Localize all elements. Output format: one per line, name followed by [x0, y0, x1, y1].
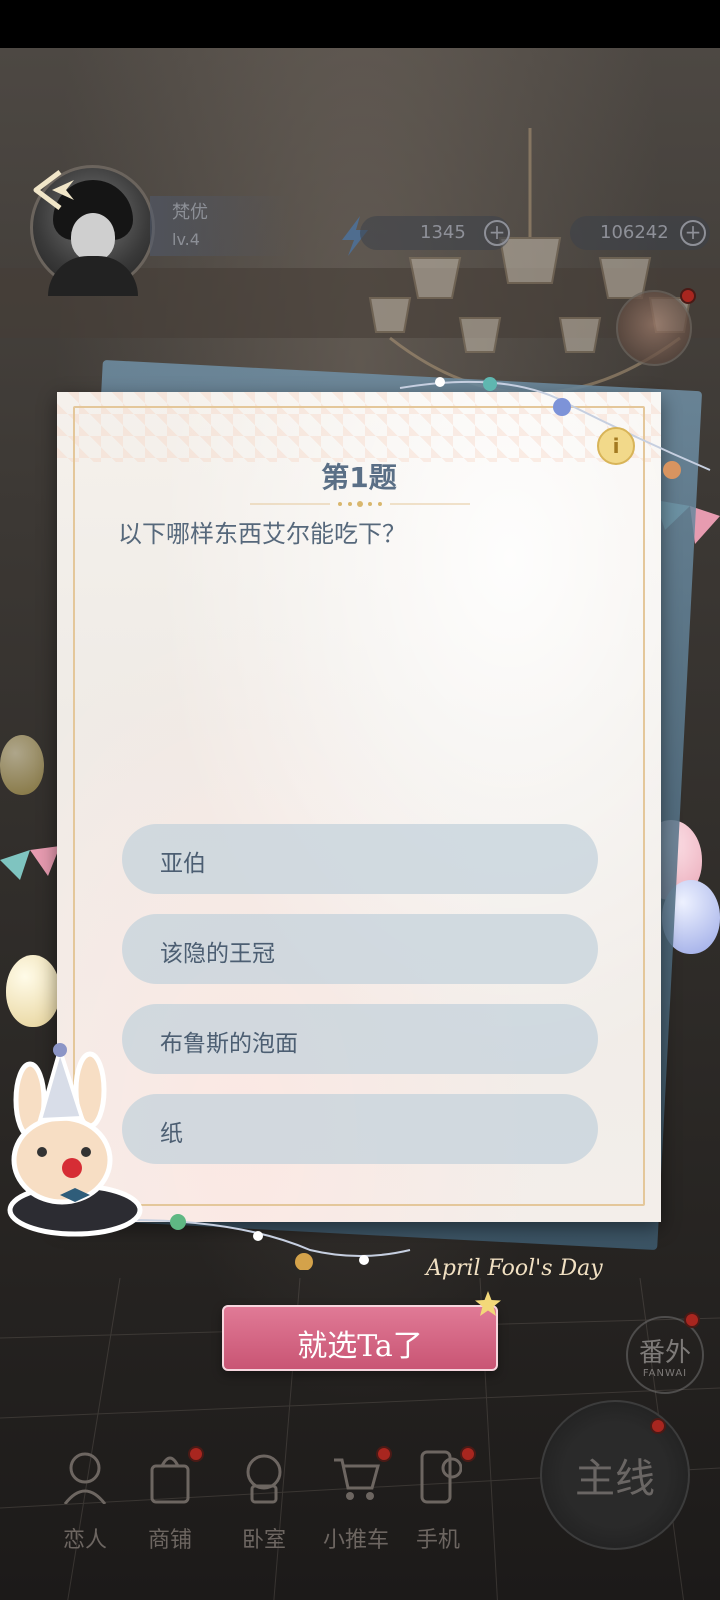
answer-option-label: 纸 — [160, 1121, 183, 1147]
notification-dot — [680, 288, 696, 304]
currency-add-button[interactable]: + — [680, 220, 706, 246]
nav-item-lover[interactable]: 恋人 — [45, 1450, 125, 1560]
player-info-strip — [150, 196, 290, 256]
star-icon — [475, 1291, 501, 1316]
nav-item-bedroom[interactable]: 卧室 — [224, 1450, 304, 1560]
nav-label: 手机 — [415, 1528, 460, 1553]
pennant-banner-icon — [0, 846, 60, 880]
title-ornament-icon — [250, 501, 470, 507]
currency-value: 106242 — [600, 222, 669, 243]
phone-icon — [420, 1450, 462, 1504]
player-name: 梵优 — [172, 202, 208, 223]
avatar-body — [48, 256, 138, 296]
notification-dot — [650, 1418, 666, 1434]
avatar-face — [71, 213, 115, 261]
fanwai-label: 番外 — [638, 1338, 691, 1368]
balloon-decoration — [0, 735, 44, 795]
event-caption: April Fool's Day — [426, 1256, 603, 1281]
notification-dot — [376, 1446, 392, 1462]
energy-add-button[interactable]: + — [484, 220, 510, 246]
answer-option-3[interactable]: 布鲁斯的泡面 — [122, 1004, 598, 1074]
answer-option-label: 该隐的王冠 — [160, 941, 275, 967]
back-arrow-icon[interactable] — [30, 168, 80, 212]
answer-option-label: 亚伯 — [160, 851, 206, 877]
cart-icon — [334, 1458, 380, 1500]
nav-item-shop[interactable]: 商铺 — [130, 1450, 210, 1560]
bunny-mascot — [7, 1043, 143, 1237]
notification-dot — [460, 1446, 476, 1462]
player-level: lv.4 — [172, 230, 200, 249]
question-text: 以下哪样东西艾尔能吃下？ — [118, 520, 406, 548]
nav-item-phone[interactable]: 手机 — [398, 1450, 478, 1560]
nav-item-cart[interactable]: 小推车 — [316, 1450, 396, 1560]
nav-label: 小推车 — [322, 1528, 389, 1553]
question-number-title: 第1题 — [321, 461, 397, 494]
shop-bag-icon — [150, 1456, 190, 1504]
answer-option-1[interactable]: 亚伯 — [122, 824, 598, 894]
fanwai-subtitle: FANWAI — [642, 1368, 688, 1379]
nav-label: 商铺 — [147, 1528, 192, 1553]
nav-label: 恋人 — [62, 1528, 107, 1553]
energy-value: 1345 — [420, 222, 466, 243]
status-bar — [0, 0, 720, 48]
answer-option-label: 布鲁斯的泡面 — [160, 1031, 298, 1057]
confirm-button-label: 就选Ta了 — [297, 1329, 423, 1364]
answer-option-2[interactable]: 该隐的王冠 — [122, 914, 598, 984]
notification-dot — [684, 1312, 700, 1328]
lover-icon — [63, 1452, 107, 1504]
character-portrait[interactable] — [616, 290, 692, 366]
nav-label: 卧室 — [241, 1528, 286, 1553]
main-story-label: 主线 — [575, 1456, 655, 1502]
balloon-decoration — [6, 955, 60, 1027]
main-story-button[interactable]: 主线 — [540, 1400, 690, 1550]
confirm-answer-button[interactable]: 就选Ta了 — [222, 1305, 498, 1371]
answer-option-4[interactable]: 纸 — [122, 1094, 598, 1164]
string-lights-decoration — [129, 1214, 411, 1270]
notification-dot — [188, 1446, 204, 1462]
bedroom-icon — [246, 1454, 282, 1504]
